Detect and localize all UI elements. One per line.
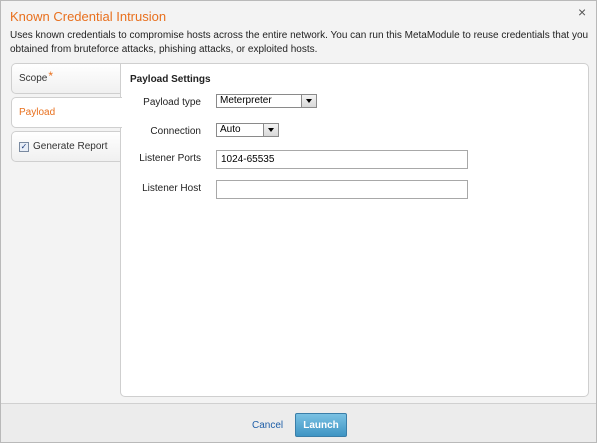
payload-settings-panel: Payload Settings Payload type Meterprete… [120,63,589,397]
chevron-down-icon [301,95,316,107]
payload-type-label: Payload type [143,97,201,108]
connection-label: Connection [150,126,201,137]
connection-select[interactable]: Auto [216,123,279,137]
listener-ports-label: Listener Ports [139,153,201,164]
tab-payload[interactable]: Payload [11,97,122,128]
tab-scope-label: Scope [19,73,48,84]
payload-type-select[interactable]: Meterpreter [216,94,317,108]
tab-generate-report-label: Generate Report [33,141,108,152]
listener-ports-input[interactable]: 1024-65535 [216,150,468,169]
connection-value: Auto [220,124,241,135]
required-marker: * [48,68,54,83]
close-icon[interactable]: × [578,5,586,19]
listener-host-input[interactable] [216,180,468,199]
generate-report-checkbox[interactable]: ✓ [19,141,29,152]
cancel-link[interactable]: Cancel [252,420,283,431]
dialog-footer: Cancel Launch [1,403,596,442]
payload-type-value: Meterpreter [220,95,272,106]
listener-host-label: Listener Host [142,183,201,194]
dialog-description: Uses known credentials to compromise hos… [10,30,589,55]
dialog-title: Known Credential Intrusion [10,9,167,24]
tab-scope[interactable]: Scope * [11,63,122,94]
section-heading: Payload Settings [130,74,211,85]
chevron-down-icon [263,124,278,136]
side-tabs: Scope * Payload ✓ Generate Report [11,63,122,165]
launch-button[interactable]: Launch [295,413,347,437]
tab-generate-report[interactable]: ✓ Generate Report [11,131,122,162]
dialog-window: Known Credential Intrusion × Uses known … [0,0,597,443]
tab-payload-label: Payload [19,107,56,118]
